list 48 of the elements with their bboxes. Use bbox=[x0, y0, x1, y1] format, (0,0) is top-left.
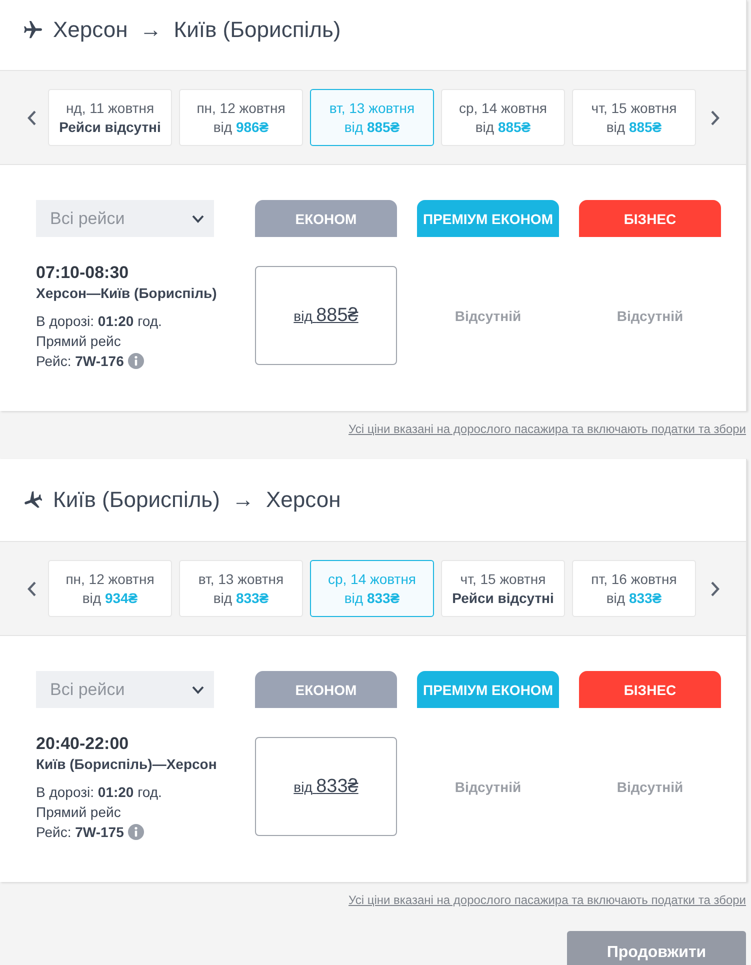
unavailable-text: Відсутній bbox=[454, 308, 522, 324]
flight-type: Прямий рейс bbox=[36, 332, 121, 351]
date-tile[interactable]: пн, 12 жовтня від 986₴ bbox=[179, 89, 303, 146]
unavailable-text: Відсутній bbox=[616, 308, 684, 324]
unavailable-text: Відсутній bbox=[454, 778, 522, 794]
disclaimer-link[interactable]: Усі ціни вказані на дорослого пасажира та включають податки та збори bbox=[348, 421, 746, 437]
date-tile[interactable]: ср, 14 жовтня від 885₴ bbox=[441, 89, 565, 146]
info-icon[interactable] bbox=[128, 353, 144, 369]
flight-duration: В дорозі: 01:20 год. bbox=[36, 783, 162, 802]
fare-class-header: ПРЕМІУМ ЕКОНОМ bbox=[417, 200, 559, 237]
fare-class-header: БІЗНЕС bbox=[579, 671, 721, 708]
chevron-right-icon bbox=[710, 580, 720, 596]
flight-time: 20:40-22:00 bbox=[36, 734, 129, 754]
fare-class-header: ЕКОНОМ bbox=[255, 200, 397, 237]
route-destination: Херсон bbox=[266, 487, 341, 513]
date-tile[interactable]: пт, 16 жовтня від 833₴ bbox=[572, 560, 696, 617]
date-tile[interactable]: чт, 15 жовтня Рейси відсутні bbox=[441, 560, 565, 617]
chevron-down-icon bbox=[192, 214, 204, 222]
route-origin: Херсон bbox=[53, 17, 128, 43]
flight-time: 07:10-08:30 bbox=[36, 263, 129, 283]
chevron-right-icon bbox=[710, 110, 720, 126]
route-destination: Київ (Бориспіль) bbox=[174, 17, 341, 43]
fare-button[interactable]: від 833₴ bbox=[255, 737, 397, 836]
info-icon[interactable] bbox=[128, 824, 144, 840]
flight-route: Херсон—Київ (Бориспіль) bbox=[36, 284, 217, 303]
fare-class-header: БІЗНЕС bbox=[579, 200, 721, 237]
fare-button[interactable]: від 885₴ bbox=[255, 266, 397, 365]
unavailable-text: Відсутній bbox=[616, 778, 684, 794]
flight-route: Київ (Бориспіль)—Херсон bbox=[36, 755, 217, 774]
fare-class-header: ЕКОНОМ bbox=[255, 671, 397, 708]
route-arrow: → bbox=[140, 17, 162, 43]
plane-icon bbox=[24, 21, 42, 39]
flight-number: Рейс: 7W-176 bbox=[36, 352, 124, 371]
date-tile[interactable]: вт, 13 жовтня від 833₴ bbox=[179, 560, 303, 617]
chevron-left-icon bbox=[27, 110, 37, 126]
disclaimer-link[interactable]: Усі ціни вказані на дорослого пасажира та включають податки та збори bbox=[348, 892, 746, 908]
date-tile[interactable]: чт, 15 жовтня від 885₴ bbox=[572, 89, 696, 146]
date-tile[interactable]: нд, 11 жовтня Рейси відсутні bbox=[48, 89, 172, 146]
flight-type: Прямий рейс bbox=[36, 803, 121, 822]
fare-class-header: ПРЕМІУМ ЕКОНОМ bbox=[417, 671, 559, 708]
date-tile[interactable]: пн, 12 жовтня від 934₴ bbox=[48, 560, 172, 617]
flight-duration: В дорозі: 01:20 год. bbox=[36, 312, 162, 331]
chevron-left-icon bbox=[27, 580, 37, 596]
chevron-down-icon bbox=[192, 686, 204, 694]
plane-icon bbox=[24, 491, 42, 509]
flight-number: Рейс: 7W-175 bbox=[36, 823, 124, 842]
route-arrow: → bbox=[232, 487, 254, 513]
route-origin: Київ (Бориспіль) bbox=[53, 487, 220, 513]
